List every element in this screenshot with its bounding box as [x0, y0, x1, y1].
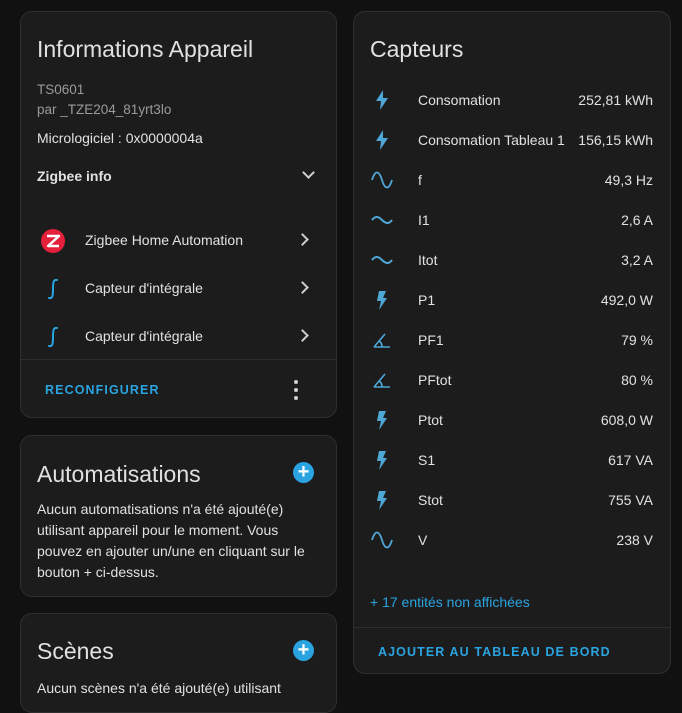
- sensor-name: I1: [418, 212, 430, 228]
- sensor-value: 79 %: [621, 332, 653, 348]
- sensor-value: 617 VA: [608, 452, 653, 468]
- current-ac-icon: [371, 256, 393, 264]
- zigbee-info-toggle[interactable]: Zigbee info: [21, 160, 336, 190]
- sensor-row[interactable]: P1 492,0 W: [354, 280, 670, 320]
- divider: [354, 627, 670, 628]
- device-info-card: Informations Appareil TS0601 par _TZE204…: [20, 11, 337, 418]
- device-manufacturer: par _TZE204_81yrt3lo: [37, 102, 172, 117]
- sensor-name: Itot: [418, 252, 438, 268]
- sensor-row[interactable]: Consomation Tableau 1 156,15 kWh: [354, 120, 670, 160]
- sensor-name: P1: [418, 292, 436, 308]
- sensor-name: Consomation Tableau 1: [418, 132, 565, 148]
- automations-empty-text: Aucun automatisations n'a été ajouté(e) …: [37, 501, 305, 580]
- sine-wave-icon: [371, 171, 393, 189]
- angle-icon: [373, 373, 390, 388]
- sensor-row[interactable]: S1 617 VA: [354, 440, 670, 480]
- sensor-value: 755 VA: [608, 492, 653, 508]
- current-ac-icon: [371, 216, 393, 224]
- chevron-right-icon: [296, 233, 309, 246]
- chevron-right-icon: [296, 329, 309, 342]
- sensor-row[interactable]: Ptot 608,0 W: [354, 400, 670, 440]
- firmware-version: Micrologiciel : 0x0000004a: [37, 130, 203, 146]
- zha-logo-icon: [41, 229, 65, 253]
- sensor-row[interactable]: PFtot 80 %: [354, 360, 670, 400]
- integration-label: Capteur d'intégrale: [85, 328, 203, 344]
- flash-icon: [377, 451, 387, 470]
- scenes-empty-text: Aucun scènes n'a été ajouté(e) utilisant: [37, 680, 281, 696]
- sensor-name: Ptot: [418, 412, 443, 428]
- zigbee-info-label: Zigbee info: [37, 168, 112, 184]
- sensor-value: 238 V: [616, 532, 653, 548]
- scenes-title: Scènes: [37, 638, 114, 664]
- flash-icon: [377, 291, 387, 310]
- integration-row[interactable]: Zigbee Home Automation: [21, 220, 336, 260]
- sensor-value: 3,2 A: [621, 252, 653, 268]
- integration-label: Capteur d'intégrale: [85, 280, 203, 296]
- sensor-row[interactable]: V 238 V: [354, 520, 670, 560]
- sine-wave-icon: [371, 531, 393, 549]
- device-info-title: Informations Appareil: [37, 36, 254, 62]
- add-scene-button[interactable]: +: [293, 640, 314, 661]
- add-automation-button[interactable]: +: [293, 462, 314, 483]
- lightning-bolt-icon: [376, 130, 388, 150]
- automations-title: Automatisations: [37, 461, 201, 487]
- sensor-row[interactable]: PF1 79 %: [354, 320, 670, 360]
- sensor-name: PF1: [418, 332, 444, 348]
- sensor-value: 49,3 Hz: [604, 172, 653, 188]
- integral-icon: [48, 326, 58, 348]
- sensor-name: V: [418, 532, 428, 548]
- sensor-name: Stot: [418, 492, 443, 508]
- lightning-bolt-icon: [376, 90, 388, 110]
- sensor-value: 252,81 kWh: [578, 92, 653, 108]
- sensors-card: Capteurs Consomation 252,81 kWh Consomat…: [353, 11, 671, 674]
- sensor-row[interactable]: I1 2,6 A: [354, 200, 670, 240]
- divider: [21, 359, 336, 360]
- more-options-icon[interactable]: [286, 378, 306, 402]
- sensor-row[interactable]: Stot 755 VA: [354, 480, 670, 520]
- chevron-right-icon: [296, 281, 309, 294]
- device-model: TS0601: [37, 82, 85, 97]
- sensor-value: 80 %: [621, 372, 653, 388]
- integration-row[interactable]: Capteur d'intégrale: [21, 268, 336, 308]
- integral-icon: [48, 278, 58, 300]
- sensor-value: 608,0 W: [600, 412, 653, 428]
- sensor-row[interactable]: Itot 3,2 A: [354, 240, 670, 280]
- automations-card: Automatisations + Aucun automatisations …: [20, 435, 337, 597]
- add-to-dashboard-button[interactable]: AJOUTER AU TABLEAU DE BORD: [378, 645, 611, 659]
- sensor-name: Consomation: [418, 92, 501, 108]
- flash-icon: [377, 491, 387, 510]
- sensors-title: Capteurs: [370, 36, 464, 62]
- sensor-row[interactable]: f 49,3 Hz: [354, 160, 670, 200]
- reconfigure-button[interactable]: RECONFIGURER: [45, 383, 160, 397]
- chevron-down-icon: [302, 166, 315, 179]
- sensor-name: f: [418, 172, 422, 188]
- scenes-card: Scènes + Aucun scènes n'a été ajouté(e) …: [20, 613, 337, 713]
- sensor-value: 492,0 W: [600, 292, 653, 308]
- sensor-value: 156,15 kWh: [578, 132, 653, 148]
- sensor-value: 2,6 A: [621, 212, 653, 228]
- sensor-name: S1: [418, 452, 436, 468]
- angle-icon: [373, 333, 390, 348]
- sensor-name: PFtot: [418, 372, 452, 388]
- hidden-entities-link[interactable]: + 17 entités non affichées: [370, 594, 530, 610]
- integration-label: Zigbee Home Automation: [85, 232, 243, 248]
- sensor-row[interactable]: Consomation 252,81 kWh: [354, 80, 670, 120]
- flash-icon: [377, 411, 387, 430]
- integration-row[interactable]: Capteur d'intégrale: [21, 316, 336, 356]
